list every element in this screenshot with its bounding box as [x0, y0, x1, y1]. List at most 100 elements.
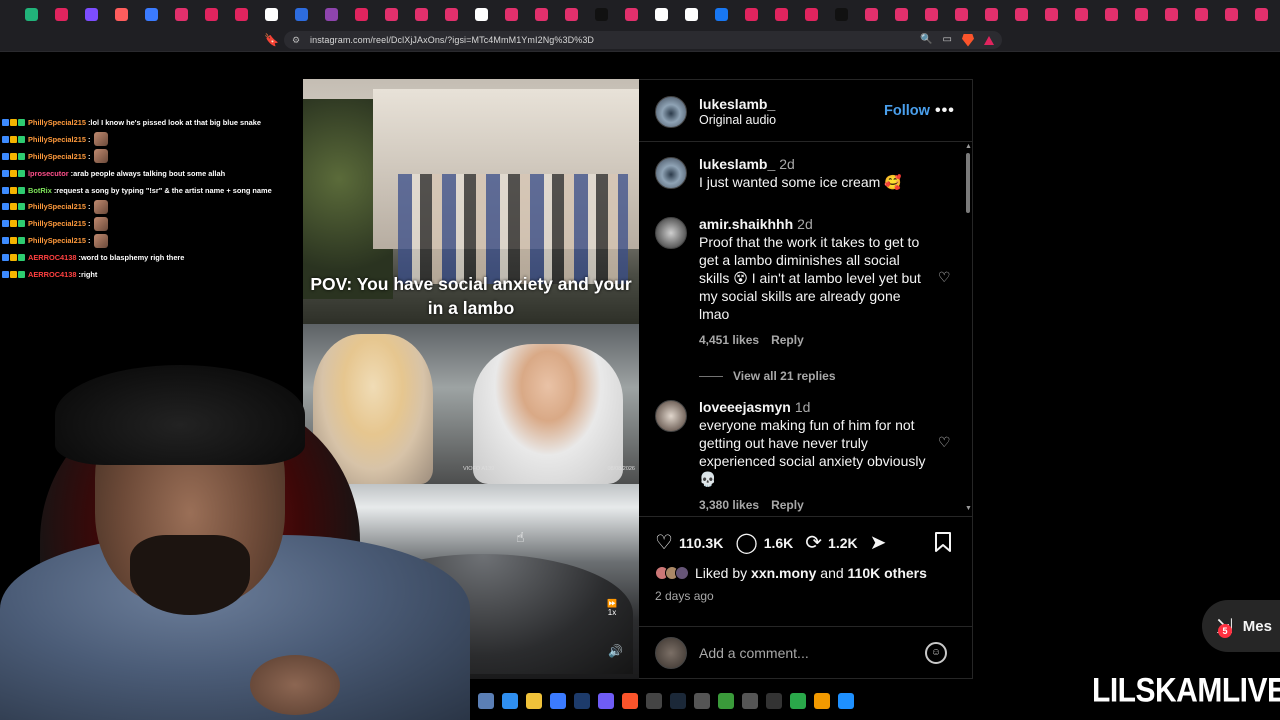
browser-tab[interactable] — [406, 0, 436, 28]
browser-tab[interactable] — [1006, 0, 1036, 28]
bookmark-save-icon[interactable] — [933, 531, 953, 553]
browser-tab[interactable] — [1036, 0, 1066, 28]
browser-tab[interactable] — [106, 0, 136, 28]
zoom-icon[interactable]: 🔍 — [920, 33, 932, 47]
browser-tab[interactable] — [766, 0, 796, 28]
more-options-icon[interactable]: ••• — [935, 102, 955, 120]
url-text[interactable]: instagram.com/reel/DclXjJAxOns/?igsi=MTc… — [310, 35, 594, 45]
messages-button[interactable]: ⇲ 5 Mes — [1202, 600, 1280, 652]
comment-username[interactable]: amir.shaikhhh — [699, 216, 793, 232]
emoji-icon[interactable]: ☺ — [925, 642, 947, 664]
browser-tab[interactable] — [796, 0, 826, 28]
brave-shield-icon[interactable] — [962, 33, 974, 47]
taskbar-app-icon[interactable] — [550, 693, 566, 709]
browser-tab[interactable] — [256, 0, 286, 28]
taskbar-app-icon[interactable] — [742, 693, 758, 709]
taskbar-app-icon[interactable] — [502, 693, 518, 709]
scroll-up-arrow-icon[interactable]: ▲ — [965, 143, 972, 150]
view-replies-button[interactable]: View all 21 replies — [699, 369, 836, 383]
browser-tab[interactable] — [226, 0, 256, 28]
browser-tab[interactable] — [76, 0, 106, 28]
browser-tab[interactable] — [616, 0, 646, 28]
comment-input[interactable] — [699, 643, 919, 663]
browser-tab[interactable] — [1216, 0, 1246, 28]
comment-username[interactable]: loveeejasmyn — [699, 399, 791, 415]
browser-tab[interactable] — [556, 0, 586, 28]
share-button[interactable]: ➤ — [870, 531, 893, 555]
browser-tab[interactable] — [496, 0, 526, 28]
reply-button[interactable]: Reply — [771, 498, 804, 512]
browser-tab[interactable] — [376, 0, 406, 28]
taskbar-app-icon[interactable] — [790, 693, 806, 709]
browser-tab[interactable] — [1246, 0, 1276, 28]
like-button[interactable]: ♡ 110.3K — [655, 531, 723, 555]
reply-button[interactable]: Reply — [771, 333, 804, 347]
browser-tab[interactable] — [316, 0, 346, 28]
browser-tab[interactable] — [916, 0, 946, 28]
browser-tab[interactable] — [706, 0, 736, 28]
browser-tab[interactable] — [976, 0, 1006, 28]
avatar[interactable] — [655, 217, 687, 249]
browser-tab[interactable] — [526, 0, 556, 28]
site-settings-icon[interactable]: ⚙ — [292, 35, 302, 45]
avatar[interactable] — [655, 400, 687, 432]
address-bar[interactable]: ⚙ instagram.com/reel/DclXjJAxOns/?igsi=M… — [284, 31, 1002, 49]
chat-username[interactable]: PhillySpecial215 — [28, 118, 86, 127]
taskbar-app-icon[interactable] — [670, 693, 686, 709]
browser-tab[interactable] — [736, 0, 766, 28]
browser-tab[interactable] — [46, 0, 76, 28]
repost-button[interactable]: ⟳ 1.2K — [805, 531, 857, 555]
comment-likes[interactable]: 3,380 likes — [699, 498, 759, 512]
bookmark-icon[interactable]: 🔖 — [264, 33, 279, 47]
taskbar-app-icon[interactable] — [718, 693, 734, 709]
chat-username[interactable]: AERROC4138 — [28, 270, 76, 279]
browser-tab[interactable] — [346, 0, 376, 28]
browser-tab[interactable] — [166, 0, 196, 28]
browser-tab[interactable] — [886, 0, 916, 28]
browser-tab[interactable] — [16, 0, 46, 28]
browser-tab[interactable] — [1126, 0, 1156, 28]
taskbar-app-icon[interactable] — [694, 693, 710, 709]
browser-tab[interactable] — [1156, 0, 1186, 28]
browser-tab[interactable] — [586, 0, 616, 28]
taskbar-app-icon[interactable] — [622, 693, 638, 709]
browser-tab[interactable] — [946, 0, 976, 28]
author-avatar[interactable] — [655, 96, 687, 128]
chat-username[interactable]: AERROC4138 — [28, 253, 76, 262]
browser-tab[interactable] — [436, 0, 466, 28]
browser-tab[interactable] — [136, 0, 166, 28]
taskbar-app-icon[interactable] — [526, 693, 542, 709]
comments-scrollbar[interactable]: ▲ ▼ — [965, 143, 972, 515]
author-username[interactable]: lukeslamb_ — [699, 96, 775, 112]
taskbar-app-icon[interactable] — [478, 693, 494, 709]
taskbar-app-icon[interactable] — [574, 693, 590, 709]
scroll-down-arrow-icon[interactable]: ▼ — [965, 505, 972, 512]
browser-tab[interactable] — [826, 0, 856, 28]
comments-list[interactable]: lukeslamb_ 2d I just wanted some ice crea… — [639, 143, 973, 515]
comment-like-heart-icon[interactable]: ♡ — [938, 269, 951, 286]
chat-username[interactable]: PhillySpecial215 — [28, 202, 86, 211]
taskbar-app-icon[interactable] — [838, 693, 854, 709]
liked-by-others[interactable]: 110K others — [848, 565, 927, 581]
chat-username[interactable]: PhillySpecial215 — [28, 219, 86, 228]
browser-tab[interactable] — [466, 0, 496, 28]
taskbar-app-icon[interactable] — [766, 693, 782, 709]
audio-link[interactable]: Original audio — [699, 113, 776, 127]
comment-button[interactable]: ◯ 1.6K — [735, 531, 793, 555]
browser-tab[interactable] — [1066, 0, 1096, 28]
browser-tab[interactable] — [1096, 0, 1126, 28]
scroll-thumb[interactable] — [966, 153, 970, 213]
browser-tab[interactable] — [646, 0, 676, 28]
comment-likes[interactable]: 4,451 likes — [699, 333, 759, 347]
chat-username[interactable]: PhillySpecial215 — [28, 152, 86, 161]
reader-mode-icon[interactable]: ▭ — [943, 33, 952, 47]
browser-tab[interactable] — [856, 0, 886, 28]
browser-tab[interactable] — [1186, 0, 1216, 28]
avatar[interactable] — [655, 157, 687, 189]
comment-username[interactable]: lukeslamb_ — [699, 156, 775, 172]
brave-rewards-icon[interactable] — [984, 35, 994, 45]
comment-like-heart-icon[interactable]: ♡ — [938, 434, 951, 451]
taskbar-app-icon[interactable] — [598, 693, 614, 709]
chat-username[interactable]: BotRix — [28, 186, 52, 195]
browser-tab[interactable] — [676, 0, 706, 28]
